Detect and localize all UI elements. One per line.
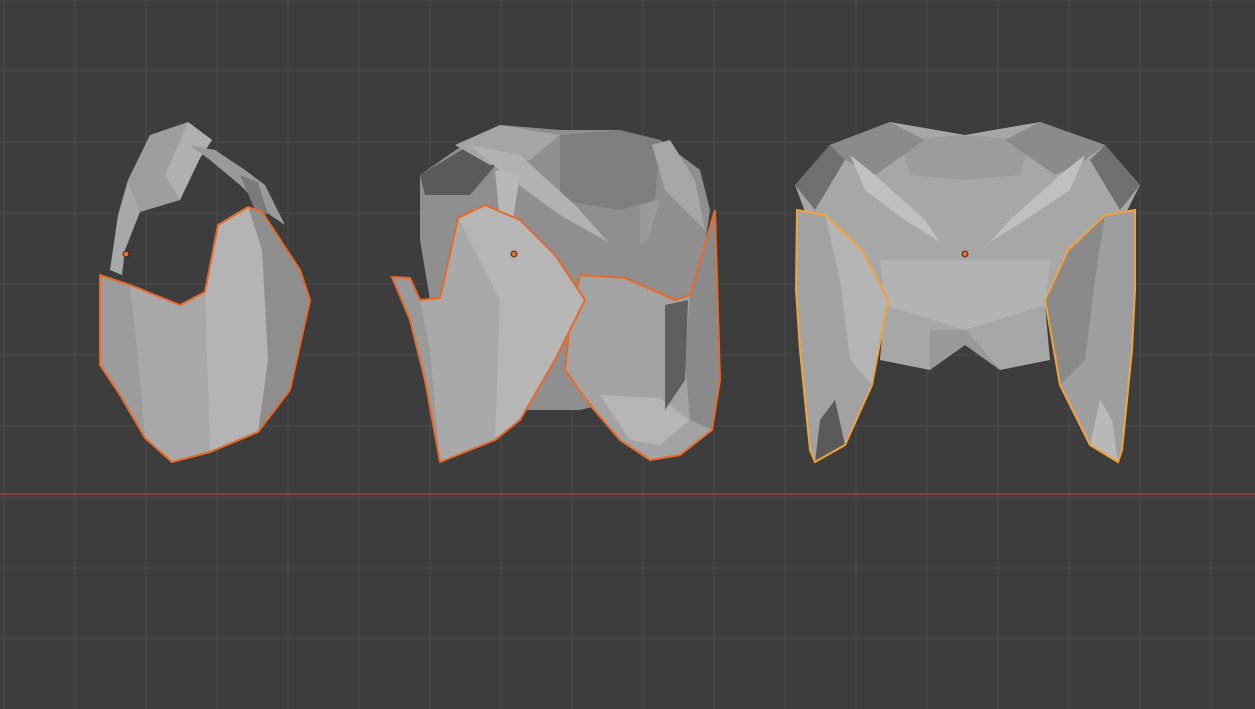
object-origin[interactable]: [961, 250, 969, 258]
object-origin[interactable]: [510, 250, 518, 258]
3d-viewport[interactable]: [0, 0, 1255, 709]
torso-back-panel: [560, 130, 660, 210]
object-origin[interactable]: [122, 250, 130, 258]
viewport-canvas[interactable]: [0, 0, 1255, 709]
